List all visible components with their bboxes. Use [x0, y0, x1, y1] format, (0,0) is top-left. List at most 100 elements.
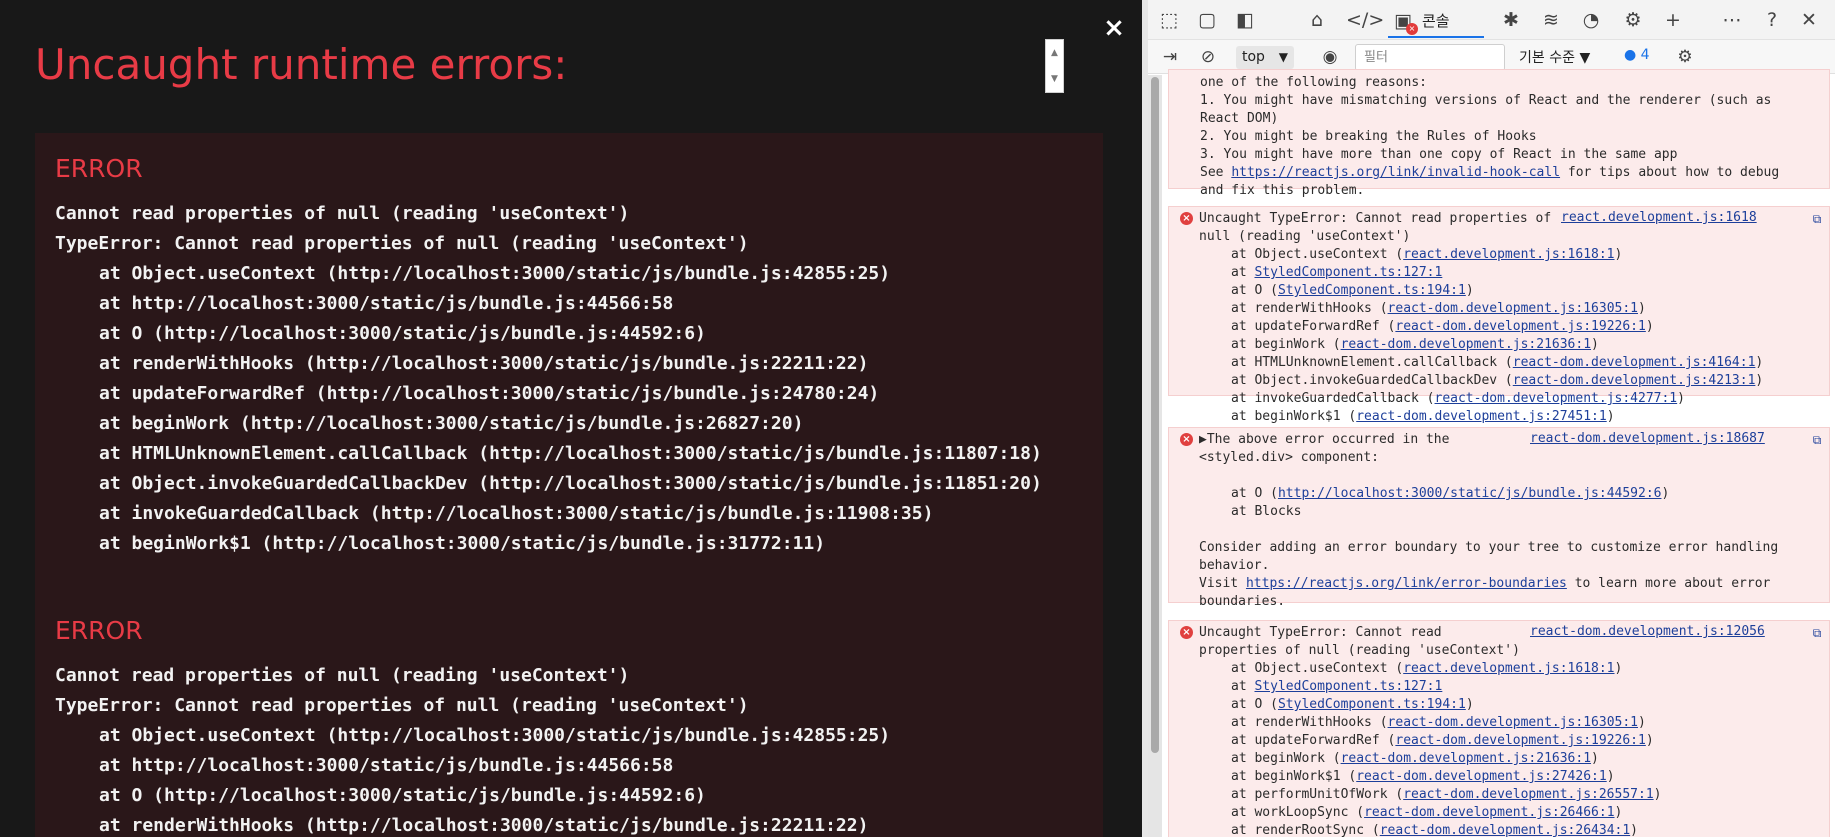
context-select[interactable]: top ▼ [1236, 46, 1294, 69]
devtools-tab-bar: ⬚ ▢ ◧ ⌂ </> ▣ × 콘솔 ✱ ≋ ◔ ⚙ + ⋯ ? ✕ [1148, 0, 1835, 40]
plus-icon[interactable]: + [1660, 7, 1686, 33]
scroll-up-icon[interactable]: ▲ [1046, 40, 1063, 66]
tab-console[interactable]: ▣ × 콘솔 [1388, 4, 1484, 38]
stack-link[interactable]: react-dom.development.js:27451:1 [1356, 409, 1606, 424]
error-heading: ERROR [55, 154, 143, 183]
stack-line: at Object.useContext (react.development.… [1231, 661, 1623, 676]
stack-line: at StyledComponent.ts:127:1 [1231, 265, 1443, 280]
console-error-message: × ▶The above error occurred in the react… [1168, 427, 1830, 609]
stack-link[interactable]: react-dom.development.js:16305:1 [1388, 301, 1638, 316]
stack-link[interactable]: react-dom.development.js:27426:1 [1356, 769, 1606, 784]
error-icon: × [1180, 212, 1193, 225]
stack-frame: at O (http://localhost:3000/static/js/bu… [99, 785, 706, 806]
stack-link[interactable]: react-dom.development.js:16305:1 [1388, 715, 1638, 730]
chip-icon[interactable]: ⚙ [1620, 7, 1646, 33]
message-text: Uncaught TypeError: Cannot read [1199, 625, 1442, 640]
copilot-icon[interactable]: ⧉ [1809, 625, 1825, 641]
gear-icon[interactable]: ⚙ [1673, 45, 1697, 69]
close-icon[interactable]: ✕ [1796, 7, 1822, 33]
stack-line: at renderRootSync (react-dom.development… [1231, 823, 1638, 837]
stack-line: at Object.useContext (react.development.… [1231, 247, 1623, 262]
device-emulation-icon[interactable]: ▢ [1194, 7, 1220, 33]
stack-link[interactable]: react-dom.development.js:4277:1 [1435, 391, 1678, 406]
devtools-panel: ⬚ ▢ ◧ ⌂ </> ▣ × 콘솔 ✱ ≋ ◔ ⚙ + ⋯ ? ✕ ⇥ ⊘ t… [1148, 0, 1835, 837]
error-icon: × [1180, 626, 1193, 639]
stack-line: at renderWithHooks (react-dom.developmen… [1231, 715, 1646, 730]
stack-link[interactable]: StyledComponent.ts:194:1 [1278, 283, 1466, 298]
scroll-down-icon[interactable]: ▼ [1046, 66, 1063, 92]
sidebar-toggle-icon[interactable]: ⇥ [1158, 45, 1182, 69]
issues-count-value: 4 [1640, 47, 1650, 63]
stack-line: at performUnitOfWork (react-dom.developm… [1231, 787, 1662, 802]
filter-input[interactable] [1355, 44, 1505, 71]
help-icon[interactable]: ? [1759, 7, 1785, 33]
stack-line: at HTMLUnknownElement.callCallback (reac… [1231, 355, 1764, 370]
elements-icon[interactable]: </> [1346, 7, 1384, 33]
home-icon[interactable]: ⌂ [1304, 7, 1330, 33]
scrollbar-thumb[interactable] [1151, 77, 1159, 753]
log-levels-select[interactable]: 기본 수준 ▼ [1519, 47, 1590, 67]
wifi-icon[interactable]: ≋ [1538, 7, 1564, 33]
stack-frame: at http://localhost:3000/static/js/bundl… [99, 755, 674, 776]
console-scrollbar[interactable] [1148, 75, 1162, 837]
inspect-element-icon[interactable]: ⬚ [1156, 7, 1182, 33]
bug-icon[interactable]: ✱ [1498, 7, 1524, 33]
error-message: TypeError: Cannot read properties of nul… [55, 233, 749, 254]
stack-line: at beginWork (react-dom.development.js:2… [1231, 337, 1599, 352]
stack-frame: at http://localhost:3000/static/js/bundl… [99, 293, 674, 314]
ellipsis-icon[interactable]: ⋯ [1719, 7, 1745, 33]
stack-link[interactable]: react-dom.development.js:21636:1 [1341, 751, 1591, 766]
stack-link[interactable]: react-dom.development.js:26434:1 [1380, 823, 1630, 837]
dock-side-icon[interactable]: ◧ [1232, 7, 1258, 33]
clear-console-icon[interactable]: ⊘ [1196, 45, 1220, 69]
message-text: null (reading 'useContext') [1199, 229, 1411, 244]
stack-link[interactable]: StyledComponent.ts:127:1 [1254, 679, 1442, 694]
stack-link[interactable]: react-dom.development.js:26557:1 [1403, 787, 1653, 802]
stack-frame: at HTMLUnknownElement.callCallback (http… [99, 443, 1042, 464]
stack-link[interactable]: react-dom.development.js:19226:1 [1395, 733, 1645, 748]
stack-link[interactable]: react-dom.development.js:21636:1 [1341, 337, 1591, 352]
source-link[interactable]: react.development.js:1618 [1561, 210, 1757, 225]
message-text: for tips about how to debug [1560, 165, 1780, 180]
message-text: See https://reactjs.org/link/invalid-hoo… [1200, 164, 1779, 182]
close-overlay-button[interactable]: × [1102, 12, 1126, 44]
message-text: behavior. [1199, 558, 1270, 573]
source-link[interactable]: react-dom.development.js:12056 [1530, 624, 1765, 639]
stack-link[interactable]: react-dom.development.js:4164:1 [1513, 355, 1756, 370]
stack-link[interactable]: StyledComponent.ts:194:1 [1278, 697, 1466, 712]
stack-link[interactable]: react.development.js:1618:1 [1403, 247, 1614, 262]
stack-link[interactable]: http://localhost:3000/static/js/bundle.j… [1278, 486, 1662, 501]
hook-call-link[interactable]: https://reactjs.org/link/invalid-hook-ca… [1231, 165, 1560, 180]
context-value: top [1242, 49, 1265, 65]
stack-line: at Object.invokeGuardedCallbackDev (reac… [1231, 373, 1764, 388]
message-text: and fix this problem. [1200, 183, 1365, 198]
overlay-scroll-control[interactable]: ▲ ▼ [1045, 39, 1064, 93]
stack-link[interactable]: react-dom.development.js:26466:1 [1364, 805, 1614, 820]
stack-line: at O (StyledComponent.ts:194:1) [1231, 697, 1474, 712]
expand-message-toggle[interactable]: ▶The above error occurred in the [1199, 431, 1449, 449]
message-text: boundaries. [1199, 594, 1286, 609]
stack-line: at updateForwardRef (react-dom.developme… [1231, 319, 1654, 334]
stack-link[interactable]: react-dom.development.js:19226:1 [1395, 319, 1645, 334]
stack-frame: at renderWithHooks (http://localhost:300… [99, 353, 869, 374]
error-boundaries-link[interactable]: https://reactjs.org/link/error-boundarie… [1246, 576, 1567, 591]
message-text: 2. You might be breaking the Rules of Ho… [1200, 129, 1537, 144]
copilot-icon[interactable]: ⧉ [1809, 211, 1825, 227]
eye-icon[interactable]: ◉ [1318, 45, 1342, 69]
console-error-badge: × [1406, 23, 1418, 35]
stack-link[interactable]: StyledComponent.ts:127:1 [1254, 265, 1442, 280]
log-levels-label: 기본 수준 [1519, 50, 1575, 66]
tab-console-label: 콘솔 [1422, 12, 1450, 30]
source-link[interactable]: react-dom.development.js:18687 [1530, 431, 1765, 446]
copilot-icon[interactable]: ⧉ [1809, 432, 1825, 448]
stack-link[interactable]: react.development.js:1618:1 [1403, 661, 1614, 676]
gauge-icon[interactable]: ◔ [1578, 7, 1604, 33]
stack-line: at updateForwardRef (react-dom.developme… [1231, 733, 1654, 748]
error-message: TypeError: Cannot read properties of nul… [55, 695, 749, 716]
console-messages: one of the following reasons: 1. You mig… [1148, 69, 1835, 837]
issues-icon: ● [1624, 47, 1637, 63]
message-text: Visit https://reactjs.org/link/error-bou… [1199, 576, 1771, 591]
issues-counter[interactable]: ● 4 [1624, 47, 1650, 63]
message-text: 1. You might have mismatching versions o… [1200, 93, 1772, 108]
stack-link[interactable]: react-dom.development.js:4213:1 [1513, 373, 1756, 388]
